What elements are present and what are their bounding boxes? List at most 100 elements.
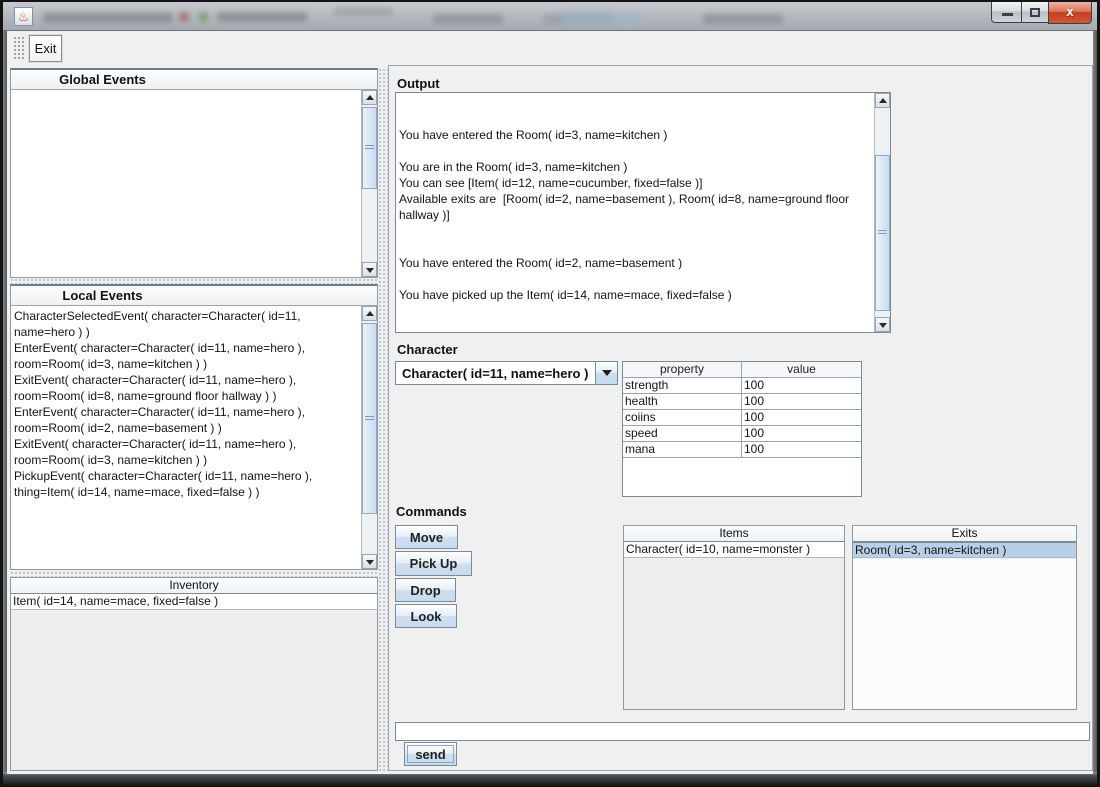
local-events-panel: Local Events CharacterSelectedEvent( cha…	[10, 284, 378, 570]
inventory-empty-area	[11, 611, 377, 770]
arrow-up-icon	[366, 95, 374, 100]
value-cell[interactable]: 100	[742, 378, 861, 394]
look-button[interactable]: Look	[395, 604, 457, 628]
character-label: Character	[397, 342, 458, 357]
titlebar[interactable]: ♨ x	[3, 2, 1097, 31]
exit-button[interactable]: Exit	[29, 35, 62, 62]
commands-label: Commands	[396, 504, 467, 519]
minimize-icon	[1002, 13, 1013, 16]
table-row: coiins 100	[623, 410, 861, 426]
property-cell[interactable]: coiins	[623, 410, 742, 426]
value-cell[interactable]: 100	[742, 394, 861, 410]
global-events-panel: Global Events	[10, 68, 378, 278]
toolbar: Exit	[7, 31, 1093, 65]
maximize-button[interactable]	[1022, 2, 1048, 23]
drop-button[interactable]: Drop	[395, 578, 456, 602]
window-frame-right	[1093, 31, 1097, 772]
output-scrollbar[interactable]	[874, 93, 890, 332]
message-input[interactable]	[395, 722, 1090, 741]
table-row: speed 100	[623, 426, 861, 442]
local-events-textarea[interactable]: CharacterSelectedEvent( character=Charac…	[11, 306, 377, 569]
thumb-grip-icon	[365, 145, 374, 151]
arrow-up-icon	[366, 311, 374, 316]
titlebar-background-blur	[703, 14, 783, 24]
global-events-text	[11, 90, 361, 277]
exits-column-header[interactable]: Exits	[853, 526, 1076, 542]
thumb-grip-icon	[365, 416, 374, 422]
property-cell[interactable]: strength	[623, 378, 742, 394]
scrollbar-thumb[interactable]	[362, 323, 377, 514]
global-events-title: Global Events	[11, 72, 194, 87]
output-label: Output	[397, 76, 440, 91]
combo-dropdown-button[interactable]	[595, 362, 617, 384]
inventory-column-header[interactable]: Inventory	[11, 578, 377, 594]
global-events-textarea[interactable]	[11, 90, 377, 277]
table-row: health 100	[623, 394, 861, 410]
exits-row-selected[interactable]: Room( id=3, name=kitchen )	[853, 542, 1076, 558]
scrollbar-thumb[interactable]	[875, 155, 890, 311]
items-row[interactable]: Character( id=10, name=monster )	[624, 542, 844, 558]
scroll-up-button[interactable]	[362, 306, 377, 321]
local-events-title: Local Events	[11, 288, 194, 303]
property-cell[interactable]: speed	[623, 426, 742, 442]
character-select[interactable]: Character( id=11, name=hero )	[395, 361, 618, 385]
value-cell[interactable]: 100	[742, 426, 861, 442]
scroll-down-button[interactable]	[362, 554, 377, 569]
chevron-down-icon	[602, 370, 612, 376]
window-controls: x	[991, 2, 1092, 24]
toolbar-drag-handle[interactable]	[13, 36, 26, 61]
titlebar-background-blur	[433, 14, 503, 24]
thumb-grip-icon	[878, 230, 887, 236]
arrow-down-icon	[366, 560, 374, 565]
arrow-down-icon	[879, 323, 887, 328]
send-button[interactable]: send	[404, 742, 457, 766]
global-events-scrollbar[interactable]	[361, 90, 377, 277]
minimize-button[interactable]	[991, 2, 1022, 23]
splitpane-divider-vertical[interactable]	[378, 68, 388, 771]
titlebar-background-blur	[333, 8, 393, 16]
output-textarea[interactable]: You have entered the Room( id=3, name=ki…	[395, 92, 891, 333]
titlebar-background-blur	[217, 12, 307, 22]
scroll-up-button[interactable]	[875, 93, 890, 108]
property-cell[interactable]: mana	[623, 442, 742, 458]
items-column-header[interactable]: Items	[624, 526, 844, 542]
close-icon: x	[1049, 4, 1091, 19]
local-events-header: Local Events	[11, 286, 377, 306]
scroll-down-button[interactable]	[875, 317, 890, 332]
table-row: mana 100	[623, 442, 861, 458]
client-area: Exit Global Events Local Events Characte…	[7, 31, 1093, 774]
exits-empty-area	[853, 559, 1076, 709]
titlebar-background-blur	[199, 12, 208, 22]
items-panel: Items Character( id=10, name=monster )	[623, 525, 845, 710]
inventory-row[interactable]: Item( id=14, name=mace, fixed=false )	[11, 594, 377, 610]
global-events-header: Global Events	[11, 70, 377, 90]
move-button[interactable]: Move	[395, 525, 458, 549]
pick-up-button[interactable]: Pick Up	[395, 551, 472, 576]
character-properties-table: property value strength 100 health 100 c…	[622, 361, 862, 497]
local-events-text: CharacterSelectedEvent( character=Charac…	[11, 306, 361, 569]
property-cell[interactable]: health	[623, 394, 742, 410]
value-column-header[interactable]: value	[742, 362, 861, 378]
table-row: strength 100	[623, 378, 861, 394]
titlebar-background-blur	[563, 12, 643, 26]
close-button[interactable]: x	[1048, 2, 1092, 24]
exits-panel: Exits Room( id=3, name=kitchen )	[852, 525, 1077, 710]
screen: { "toolbar": { "exit_label": "Exit" }, "…	[0, 0, 1100, 787]
arrow-down-icon	[366, 268, 374, 273]
java-app-icon: ♨	[14, 7, 33, 26]
items-empty-area	[624, 559, 844, 709]
maximize-icon	[1030, 8, 1040, 17]
arrow-up-icon	[879, 98, 887, 103]
local-events-scrollbar[interactable]	[361, 306, 377, 569]
value-cell[interactable]: 100	[742, 442, 861, 458]
property-column-header[interactable]: property	[623, 362, 742, 378]
output-text: You have entered the Room( id=3, name=ki…	[396, 93, 874, 332]
scroll-down-button[interactable]	[362, 262, 377, 277]
scrollbar-thumb[interactable]	[362, 107, 377, 189]
titlebar-background-blur	[179, 12, 189, 22]
send-button-label: send	[415, 747, 445, 762]
titlebar-background-blur	[43, 13, 173, 23]
value-cell[interactable]: 100	[742, 410, 861, 426]
scroll-up-button[interactable]	[362, 90, 377, 105]
inventory-panel: Inventory Item( id=14, name=mace, fixed=…	[10, 577, 378, 771]
